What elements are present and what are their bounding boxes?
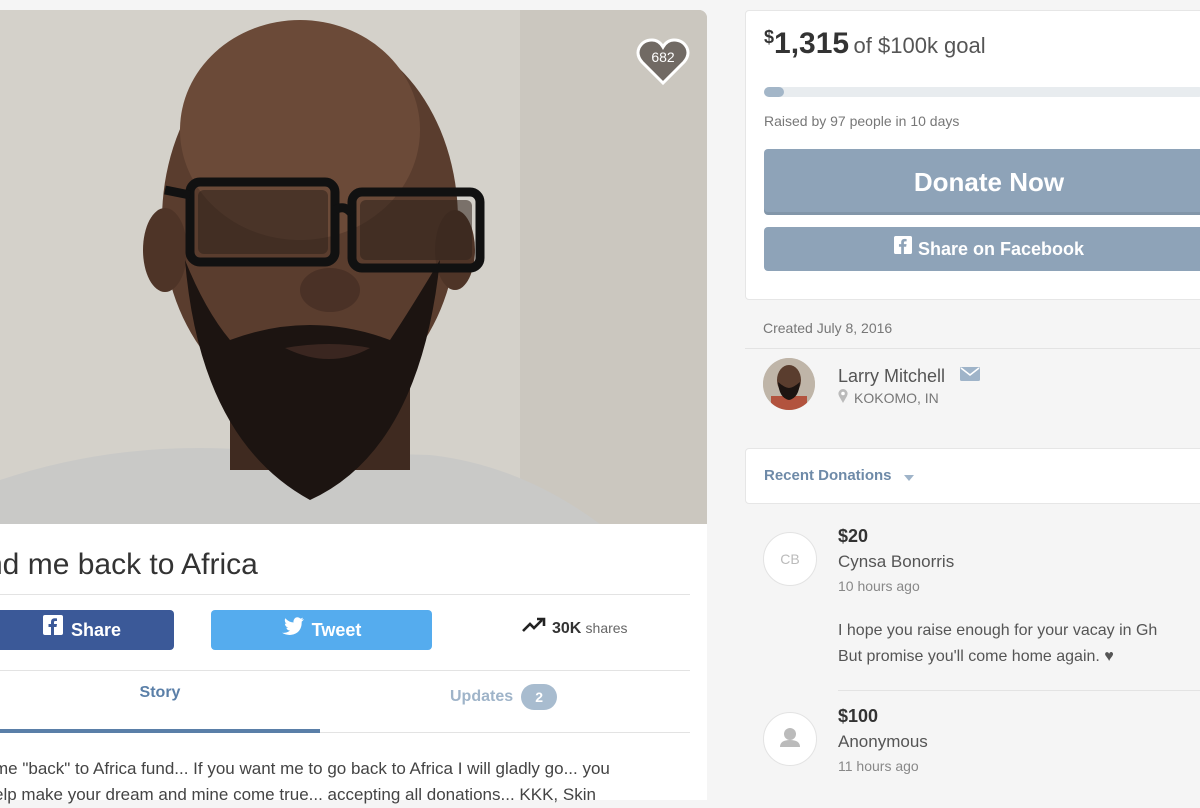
shares-count: 30K: [552, 620, 582, 637]
shares-suffix: shares: [585, 620, 628, 636]
share-on-facebook-button[interactable]: Share on Facebook: [764, 227, 1200, 271]
organizer-name[interactable]: Larry Mitchell: [838, 366, 945, 386]
donation-message-line: But promise you'll come home again. ♥: [838, 648, 1114, 665]
donor-name: Cynsa Bonorris: [838, 552, 955, 571]
donor-initials-avatar: CB: [763, 532, 817, 586]
tweet-button[interactable]: Tweet: [211, 610, 432, 650]
progress-fill: [764, 87, 784, 97]
anonymous-avatar: [763, 712, 817, 766]
share-on-facebook-label: Share on Facebook: [917, 239, 1085, 259]
organizer-location: KOKOMO, IN: [838, 389, 939, 406]
hearts-count: 682: [651, 49, 675, 65]
active-tab-indicator: [0, 729, 320, 733]
campaign-title: nd me back to Africa: [0, 548, 258, 581]
share-label: Share: [70, 620, 122, 640]
campaign-card: nd me back to Africa Share Tweet 30K sha…: [0, 524, 707, 804]
donation-amount: $20: [838, 526, 869, 546]
updates-count-badge: 2: [521, 684, 558, 710]
story-text: me "back" to Africa fund... If you want …: [0, 756, 684, 808]
facebook-icon: [893, 226, 912, 270]
currency-symbol: $: [764, 27, 775, 47]
donation-amount: $100: [838, 706, 879, 726]
tab-story[interactable]: Story: [0, 684, 320, 702]
funding-panel: $1,315 of $100k goal Raised by 97 people…: [745, 10, 1200, 300]
organizer-avatar[interactable]: [763, 358, 815, 410]
donation-message: I hope you raise enough for your vacay i…: [838, 618, 1157, 670]
recent-donations-dropdown[interactable]: Recent Donations: [764, 467, 914, 485]
envelope-icon[interactable]: [960, 365, 981, 386]
story-line: me "back" to Africa fund... If you want …: [0, 759, 610, 778]
caret-down-icon: [903, 468, 914, 485]
campaign-photo: 682: [0, 10, 707, 524]
person-icon: [780, 728, 800, 747]
donation-message-line: I hope you raise enough for your vacay i…: [838, 622, 1158, 639]
divider: [0, 670, 690, 671]
amount-value: 1,315: [774, 27, 850, 60]
facebook-icon: [42, 609, 63, 649]
tab-updates[interactable]: Updates 2: [450, 684, 558, 710]
facebook-share-button[interactable]: Share: [0, 610, 174, 650]
goal-text: of $100k goal: [853, 33, 986, 58]
amount-raised: $1,315 of $100k goal: [764, 27, 986, 61]
location-text: KOKOMO, IN: [854, 390, 939, 406]
tweet-label: Tweet: [311, 620, 362, 640]
trending-up-icon: [522, 617, 546, 637]
tab-updates-label: Updates: [450, 688, 514, 706]
divider: [745, 348, 1200, 349]
donation-time: 10 hours ago: [838, 578, 920, 594]
map-pin-icon: [838, 389, 848, 406]
tab-story-label: Story: [139, 684, 181, 701]
donate-now-button[interactable]: Donate Now: [764, 149, 1200, 215]
twitter-bird-icon: [281, 609, 304, 649]
recent-donations-label: Recent Donations: [764, 467, 892, 484]
raised-by-text: Raised by 97 people in 10 days: [764, 113, 960, 129]
divider: [0, 594, 690, 595]
recent-donations-header[interactable]: Recent Donations: [745, 448, 1200, 504]
divider: [838, 690, 1200, 691]
divider: [320, 732, 690, 733]
donation-time: 11 hours ago: [838, 758, 919, 774]
organizer-name-row: Larry Mitchell: [838, 365, 981, 387]
shares-counter: 30K shares: [522, 617, 628, 638]
created-date: Created July 8, 2016: [763, 320, 893, 336]
person-portrait: [0, 10, 707, 524]
donor-name: Anonymous: [838, 732, 928, 751]
story-line: elp make your dream and mine come true..…: [0, 785, 596, 804]
progress-bar: [764, 87, 1200, 97]
heart-like-button[interactable]: 682: [636, 37, 690, 87]
